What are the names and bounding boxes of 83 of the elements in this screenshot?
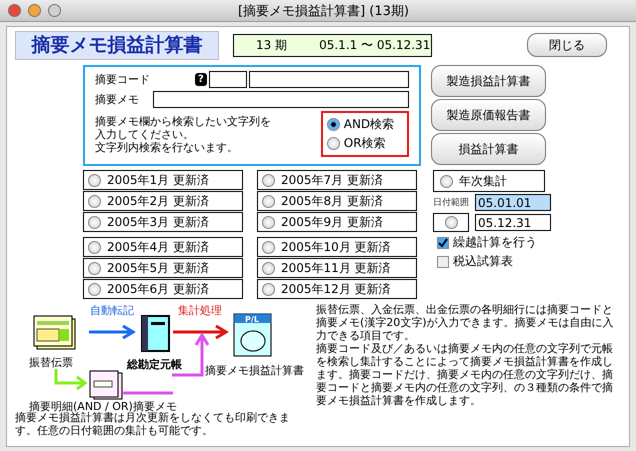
close-icon[interactable] — [8, 4, 21, 17]
radio-button[interactable] — [444, 216, 458, 229]
radio-label: AND検索 — [344, 116, 394, 133]
radio-button[interactable] — [262, 216, 275, 228]
radio-label: OR検索 — [344, 135, 386, 152]
radio-button[interactable] — [440, 174, 453, 188]
month-label: 2005年11月 更新済 — [281, 260, 391, 276]
month-label: 2005年4月 更新済 — [107, 238, 209, 256]
checkbox-label: 税込試算表 — [453, 253, 513, 270]
radio-button[interactable] — [262, 174, 275, 186]
radio-button[interactable] — [262, 262, 275, 274]
month-label: 2005年3月 更新済 — [107, 214, 209, 230]
search-hint: 摘要メモ欄から検索したい文字列を 入力してください。 文字列内検索を行ないます。 — [95, 114, 272, 154]
zoom-icon[interactable] — [48, 4, 61, 17]
report-button[interactable]: 損益計算書 — [431, 133, 546, 165]
month-option[interactable]: 2005年9月 更新済 — [257, 212, 417, 232]
close-button[interactable]: 閉じる — [527, 33, 607, 57]
report-label: 摘要メモ損益計算書 — [205, 363, 304, 378]
code-name-field[interactable] — [249, 71, 409, 88]
note-text: 摘要メモ損益計算書は月次更新をしなくても印刷できます。任意の日付範囲の集計も可能です。 — [15, 411, 291, 437]
code-field[interactable] — [209, 71, 248, 88]
radio-button[interactable] — [88, 194, 101, 208]
field-label: 摘要メモ — [95, 92, 140, 107]
month-option[interactable]: 2005年12月 更新済 — [257, 279, 417, 299]
month-label: 2005年6月 更新済 — [107, 280, 209, 298]
date-range-option[interactable] — [433, 213, 469, 232]
radio-button[interactable] — [262, 240, 275, 254]
auto-post-label: 自動転記 — [90, 303, 134, 318]
radio-button[interactable] — [262, 282, 275, 296]
month-label: 2005年10月 更新済 — [281, 238, 391, 256]
window-title: [摘要メモ損益計算書] (13期) — [238, 2, 409, 20]
date-from-field[interactable]: 05.01.01 — [475, 194, 551, 211]
month-option[interactable]: 2005年8月 更新済 — [257, 191, 417, 211]
radio-button[interactable] — [88, 216, 101, 228]
annual-label: 年次集計 — [459, 172, 507, 190]
report-button[interactable]: 製造損益計算書 — [431, 65, 546, 97]
month-label: 2005年9月 更新済 — [281, 214, 383, 230]
minimize-icon[interactable] — [28, 4, 41, 17]
radio-button[interactable] — [326, 118, 340, 131]
memo-field[interactable] — [153, 91, 409, 108]
month-label: 2005年12月 更新済 — [281, 280, 391, 298]
term-text: 13 期 — [256, 36, 288, 54]
month-label: 2005年5月 更新済 — [107, 260, 209, 276]
month-option[interactable]: 2005年11月 更新済 — [257, 258, 417, 278]
description-text: 摘要コード及び／あるいは摘要メモ内の任意の文字列で元帳を検索し集計することによって摘要メモ損益計算書を作成します。摘要コードだけ、摘要メモ内の任意の文字列だけ、摘要コードと摘要メモ内の任意の文字列、の３種類の条件で摘要メモ損益計算書を作成します。 — [316, 342, 614, 407]
radio-button[interactable] — [88, 282, 101, 296]
month-option[interactable]: 2005年3月 更新済 — [83, 212, 243, 232]
date-range-text: 05.1.1 〜 05.12.31 — [319, 36, 430, 54]
ledger-icon — [141, 315, 171, 353]
ledger-label: 総勘定元帳 — [127, 357, 182, 372]
checkbox-label: 繰越計算を行う — [453, 234, 537, 251]
radio-button[interactable] — [262, 194, 275, 208]
aggregate-label: 集計処理 — [178, 303, 222, 318]
annual-option[interactable]: 年次集計 — [433, 170, 545, 192]
month-option[interactable]: 2005年7月 更新済 — [257, 170, 417, 190]
radio-button[interactable] — [88, 240, 101, 254]
radio-button[interactable] — [88, 174, 101, 186]
report-button[interactable]: 製造原価報告書 — [431, 99, 546, 131]
memo-label: 摘要明細(AND / OR)摘要メモ — [29, 399, 177, 413]
date-to-field[interactable]: 05.12.31 — [475, 214, 551, 231]
voucher-label: 振替伝票 — [29, 355, 73, 370]
arrow-icon — [87, 325, 137, 339]
report-icon: P/L — [233, 313, 273, 357]
month-option[interactable]: 2005年1月 更新済 — [83, 170, 243, 190]
page-heading: 摘要メモ損益計算書 — [15, 30, 219, 60]
month-option[interactable]: 2005年6月 更新済 — [83, 279, 243, 299]
date-range-label: 日付範囲 — [433, 196, 470, 209]
month-option[interactable]: 2005年2月 更新済 — [83, 191, 243, 211]
voucher-icon — [33, 315, 77, 351]
month-label: 2005年8月 更新済 — [281, 192, 383, 210]
month-label: 2005年1月 更新済 — [107, 172, 209, 188]
month-option[interactable]: 2005年4月 更新済 — [83, 237, 243, 257]
month-option[interactable]: 2005年10月 更新済 — [257, 237, 417, 257]
field-label: 摘要コード — [95, 72, 151, 87]
checkbox[interactable] — [437, 236, 449, 248]
radio-button[interactable] — [326, 137, 340, 150]
month-label: 2005年7月 更新済 — [281, 172, 383, 188]
description-text: 振替伝票、入金伝票、出金伝票の各明細行には摘要コードと摘要メモ(漢字20文字)が入力できます。摘要メモは自由に入力できる項目です。 — [316, 303, 615, 342]
checkbox[interactable] — [437, 256, 449, 268]
radio-button[interactable] — [88, 262, 101, 274]
month-label: 2005年2月 更新済 — [107, 192, 209, 210]
help-icon[interactable]: ? — [194, 73, 208, 86]
month-option[interactable]: 2005年5月 更新済 — [83, 258, 243, 278]
